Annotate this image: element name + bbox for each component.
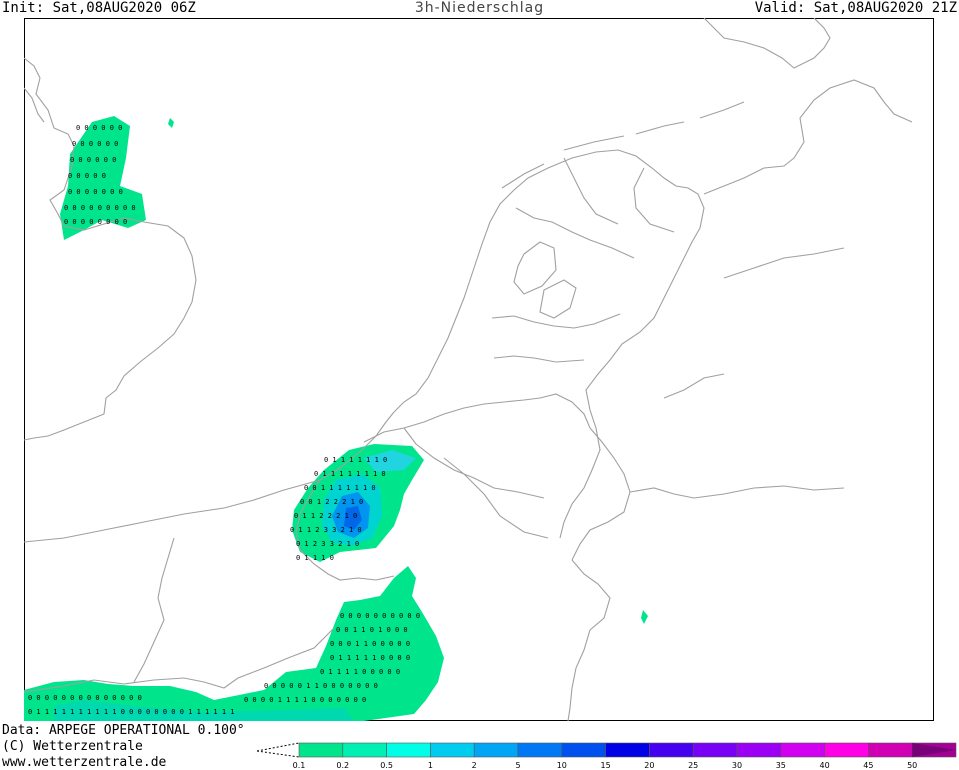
svg-text:0 0 1 1 0 1 0 0 0: 0 0 1 1 0 1 0 0 0 <box>336 626 408 634</box>
svg-text:0 0 0 0 0 0 0: 0 0 0 0 0 0 0 <box>68 188 123 196</box>
svg-text:0 0 0 0 0 0 0 0: 0 0 0 0 0 0 0 0 <box>64 218 127 226</box>
valid-time-label: Valid: Sat,08AUG2020 21Z <box>754 0 957 16</box>
scale-label-3: 1 <box>428 761 433 770</box>
svg-text:0 0 0 0 0 0 0 0 0 0 0 0 0 0: 0 0 0 0 0 0 0 0 0 0 0 0 0 0 <box>28 694 142 702</box>
svg-text:0 1 1 1 0: 0 1 1 1 0 <box>296 554 334 562</box>
svg-text:0 0 0 0 0 0: 0 0 0 0 0 0 <box>72 140 118 148</box>
scale-label-13: 45 <box>863 761 873 770</box>
svg-text:0 1 1 1 1 1 1 0: 0 1 1 1 1 1 1 0 <box>324 456 387 464</box>
scale-box-0 <box>298 742 344 758</box>
svg-text:0 0 0 0 0 0: 0 0 0 0 0 0 <box>70 156 116 164</box>
website-label: www.wetterzentrale.de <box>2 755 167 770</box>
svg-text:0 1 1 1 1 1 1 1 1 1 1 0 0 0 0: 0 1 1 1 1 1 1 1 1 1 1 0 0 0 0 0 0 0 0 1 … <box>28 708 235 716</box>
scale-label-2: 0.5 <box>380 761 393 770</box>
scale-box-12 <box>824 742 869 758</box>
svg-text:0 0 0 1 1 0 0 0 0 0: 0 0 0 1 1 0 0 0 0 0 <box>330 640 410 648</box>
svg-text:0 1 1 1 1 0 0 0 0 0: 0 1 1 1 1 0 0 0 0 0 <box>320 668 400 676</box>
svg-text:0 1 1 1 1 1 0 0 0 0: 0 1 1 1 1 1 0 0 0 0 <box>330 654 410 662</box>
data-source-label: Data: ARPEGE OPERATIONAL 0.100° <box>2 723 245 738</box>
scale-box-8 <box>649 742 694 758</box>
copyright-label: (C) Wetterzentrale <box>2 739 143 754</box>
scale-label-11: 35 <box>776 761 786 770</box>
scale-label-9: 25 <box>688 761 698 770</box>
svg-text:0 1 1 1 1 1 1 1 0: 0 1 1 1 1 1 1 1 0 <box>314 470 386 478</box>
precip-color-scale: 0.1 0.2 0.5 1 2 5 10 15 20 25 30 35 40 45 50 <box>256 742 957 770</box>
scale-box-4 <box>473 742 519 758</box>
scale-box-5 <box>517 742 563 758</box>
scale-label-12: 40 <box>820 761 830 770</box>
scale-box-10 <box>736 742 782 758</box>
scale-label-10: 30 <box>732 761 742 770</box>
scale-label-6: 10 <box>557 761 567 770</box>
svg-text:0 0 1 1 1 1 1 1 0: 0 0 1 1 1 1 1 1 0 <box>304 484 376 492</box>
svg-text:0 0 0 0 0 0 0 0 0 0: 0 0 0 0 0 0 0 0 0 0 <box>340 612 420 620</box>
scale-label-8: 20 <box>644 761 654 770</box>
scale-box-11 <box>780 742 825 758</box>
scale-lead-line-top <box>256 742 300 752</box>
scale-label-4: 2 <box>472 761 477 770</box>
scale-box-6 <box>561 742 606 758</box>
svg-text:0 1 2 3 3 2 1 0: 0 1 2 3 3 2 1 0 <box>296 540 359 548</box>
scale-label-1: 0.2 <box>336 761 349 770</box>
scale-label-5: 5 <box>515 761 520 770</box>
svg-text:0 0 0 0 0 1 1 0 0 0 0 0 0 0: 0 0 0 0 0 1 1 0 0 0 0 0 0 0 <box>264 682 378 690</box>
scale-box-2 <box>386 742 431 758</box>
precipitation-map: 0 0 0 0 0 0 0 0 0 0 0 0 0 0 0 0 0 0 0 0 … <box>24 18 934 721</box>
map-frame <box>24 18 934 721</box>
svg-text:0 1 1 2 2 2 1 0: 0 1 1 2 2 2 1 0 <box>294 512 357 520</box>
svg-text:0 0 0 0 1 1 1 1 0 0 0 0 0 0 0: 0 0 0 0 1 1 1 1 0 0 0 0 0 0 0 <box>244 696 366 704</box>
scale-label-7: 15 <box>601 761 611 770</box>
scale-box-1 <box>342 742 387 758</box>
scale-box-3 <box>430 742 475 758</box>
svg-text:0 0 0 0 0: 0 0 0 0 0 <box>68 172 106 180</box>
svg-text:0 1 1 2 3 3 2 1 0: 0 1 1 2 3 3 2 1 0 <box>290 526 362 534</box>
svg-text:0 0 0 0 0 0: 0 0 0 0 0 0 <box>76 124 122 132</box>
scale-lead-line-bottom <box>256 750 300 758</box>
svg-text:0 0 0 0 0 0 0 0 0: 0 0 0 0 0 0 0 0 0 <box>64 204 136 212</box>
scale-box-7 <box>605 742 650 758</box>
scale-label-14: 50 <box>907 761 917 770</box>
svg-text:0 0 1 2 2 2 1 0: 0 0 1 2 2 2 1 0 <box>300 498 363 506</box>
scale-box-13 <box>868 742 913 758</box>
scale-box-9 <box>692 742 738 758</box>
scale-label-0: 0.1 <box>293 761 306 770</box>
